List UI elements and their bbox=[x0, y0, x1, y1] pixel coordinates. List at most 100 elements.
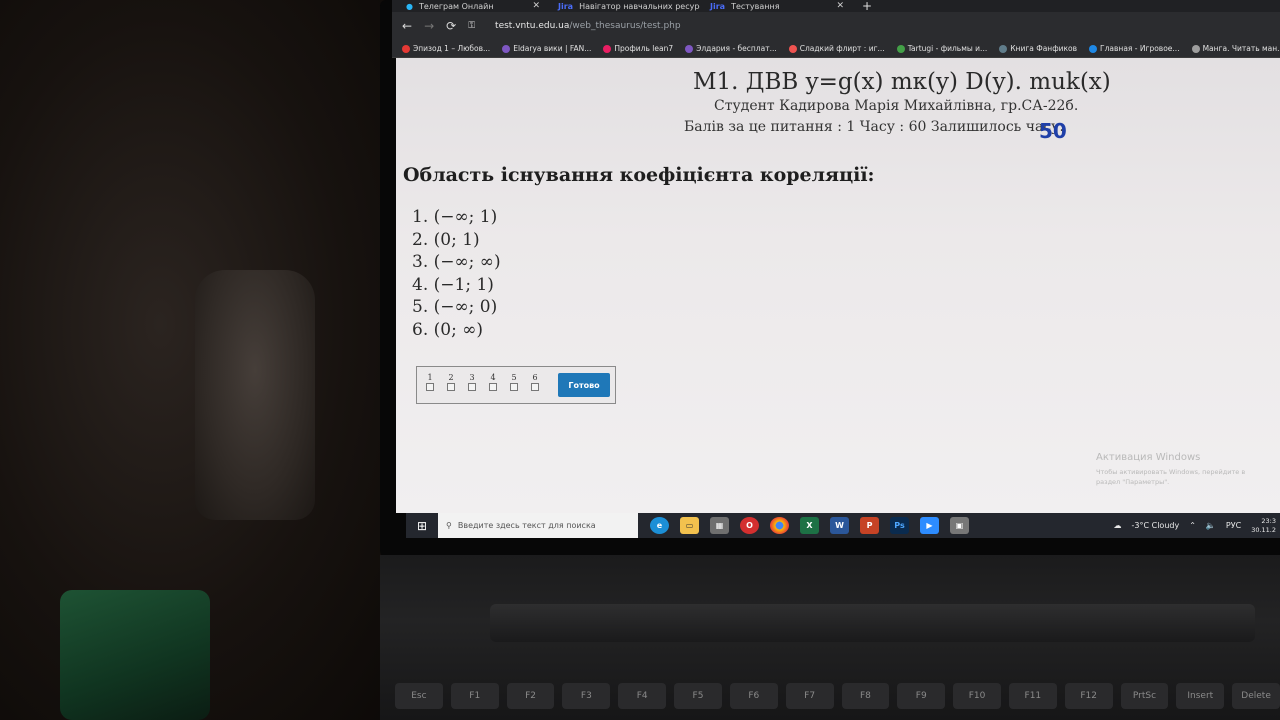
powerpoint-icon[interactable]: P bbox=[860, 517, 879, 534]
checkbox-option-5: 5 bbox=[508, 373, 520, 391]
lamp-shade bbox=[195, 270, 315, 520]
bookmark-item[interactable]: Книга Фанфиков bbox=[999, 44, 1077, 53]
answer-checkbox[interactable] bbox=[531, 383, 539, 391]
tab-label: Тестування bbox=[731, 1, 780, 11]
bookmark-item[interactable]: Эпизод 1 – Любов... bbox=[402, 44, 490, 53]
answer-checkbox[interactable] bbox=[426, 383, 434, 391]
laptop-hinge bbox=[490, 604, 1255, 642]
bookmark-item[interactable]: Манга. Читать ман... bbox=[1191, 44, 1280, 53]
bookmark-item[interactable]: Элдария - бесплат... bbox=[685, 44, 777, 53]
taskbar-search-box[interactable]: ⚲ Введите здесь текст для поиска bbox=[438, 513, 638, 538]
opera-icon[interactable]: O bbox=[740, 517, 759, 534]
close-icon[interactable]: ✕ bbox=[836, 1, 844, 11]
key: F2 bbox=[506, 683, 555, 709]
bookmark-icon bbox=[1089, 44, 1098, 53]
answer-option: 2. (0; 1) bbox=[412, 229, 480, 250]
answer-option: 5. (−∞; 0) bbox=[412, 297, 498, 318]
site-info-icon[interactable]: ⚿ bbox=[468, 21, 475, 31]
watermark-subtitle: Чтобы активировать Windows, перейдите в … bbox=[1096, 468, 1246, 486]
answer-checkbox[interactable] bbox=[447, 383, 455, 391]
new-tab-button[interactable]: + bbox=[854, 0, 880, 12]
answer-options-list: 1. (−∞; 1) 2. (0; 1) 3. (−∞; ∞) 4. (−1; … bbox=[412, 206, 501, 342]
clock[interactable]: 23:3 30.11.2 bbox=[1251, 517, 1276, 535]
telegram-icon: ● bbox=[406, 1, 413, 11]
bookmark-item[interactable]: Eldarya вики | FAN... bbox=[502, 44, 591, 53]
weather-text[interactable]: -3°C Cloudy bbox=[1132, 521, 1180, 530]
forward-arrow-icon[interactable]: → bbox=[424, 19, 434, 33]
clock-date: 30.11.2 bbox=[1251, 525, 1276, 534]
store-icon[interactable]: ▦ bbox=[710, 517, 729, 534]
green-object bbox=[60, 590, 210, 720]
key: F9 bbox=[897, 683, 946, 709]
address-bar: ← → ⟳ ⚿ test.vntu.edu.ua/web_thesaurus/t… bbox=[392, 12, 1280, 40]
language-indicator[interactable]: РУС bbox=[1226, 521, 1241, 530]
answer-checkbox[interactable] bbox=[510, 383, 518, 391]
photos-icon[interactable]: ▣ bbox=[950, 517, 969, 534]
chevron-up-icon[interactable]: ⌃ bbox=[1189, 521, 1196, 530]
bookmark-item[interactable]: Tartugi - фильмы и... bbox=[896, 44, 987, 53]
taskbar-apps: e ▭ ▦ O X W P Ps ▶ ▣ bbox=[650, 517, 969, 534]
search-placeholder: Введите здесь текст для поиска bbox=[457, 521, 596, 530]
watermark-title: Активация Windows bbox=[1096, 452, 1201, 463]
tab-label: Телеграм Онлайн bbox=[418, 1, 494, 11]
checkbox-label: 2 bbox=[448, 373, 454, 382]
windows-start-icon[interactable]: ⊞ bbox=[406, 519, 438, 533]
points-info: Балів за це питання : 1 Часу : 60 Залиши… bbox=[684, 119, 1065, 135]
chrome-icon[interactable] bbox=[770, 517, 789, 534]
bookmark-icon bbox=[603, 44, 612, 53]
page-title: М1. ДВВ y=g(x) mк(y) D(y). muk(x) bbox=[693, 69, 1111, 95]
bookmark-icon bbox=[896, 44, 905, 53]
checkbox-option-2: 2 bbox=[445, 373, 457, 391]
bookmarks-bar: Эпизод 1 – Любов... Eldarya вики | FAN..… bbox=[392, 40, 1280, 58]
clock-time: 23:3 bbox=[1261, 516, 1276, 525]
system-tray: ☁ -3°C Cloudy ⌃ 🔈 РУС 23:3 30.11.2 bbox=[1114, 517, 1280, 535]
answer-option: 6. (0; ∞) bbox=[412, 319, 483, 340]
file-explorer-icon[interactable]: ▭ bbox=[680, 517, 699, 534]
windows-activation-watermark: Активация Windows Чтобы активировать Win… bbox=[1096, 452, 1266, 487]
bookmark-icon bbox=[788, 44, 797, 53]
checkbox-label: 3 bbox=[469, 373, 475, 382]
key: F5 bbox=[674, 683, 722, 709]
key: PrtSc bbox=[1120, 683, 1169, 709]
checkbox-label: 6 bbox=[532, 373, 538, 382]
jira-icon: Jira bbox=[710, 1, 726, 11]
answer-form: 1 2 3 4 5 6 Готово bbox=[416, 366, 616, 404]
url-field[interactable]: test.vntu.edu.ua/web_thesaurus/test.php bbox=[495, 21, 681, 31]
close-icon[interactable]: ✕ bbox=[532, 1, 540, 11]
student-info: Студент Кадирова Марія Михайлівна, гр.СА… bbox=[714, 98, 1079, 114]
volume-icon[interactable]: 🔈 bbox=[1206, 521, 1216, 530]
key: F12 bbox=[1064, 683, 1113, 709]
edge-icon[interactable]: e bbox=[650, 517, 669, 534]
bookmark-item[interactable]: Главная - Игровое... bbox=[1089, 44, 1180, 53]
key: F10 bbox=[953, 683, 1001, 709]
answer-checkbox[interactable] bbox=[489, 383, 497, 391]
submit-button[interactable]: Готово bbox=[558, 373, 610, 397]
windows-taskbar: ⊞ ⚲ Введите здесь текст для поиска e ▭ ▦… bbox=[406, 513, 1280, 538]
photoshop-icon[interactable]: Ps bbox=[890, 517, 909, 534]
key: F6 bbox=[729, 683, 778, 709]
browser-tab-bar: ● Телеграм Онлайн ✕ Jira Навігатор навча… bbox=[392, 0, 1280, 12]
answer-checkbox[interactable] bbox=[468, 383, 476, 391]
bookmark-item[interactable]: Сладкий флирт : иг... bbox=[788, 44, 885, 53]
url-domain: test.vntu.edu.ua bbox=[495, 21, 570, 31]
tab-navigator[interactable]: Jira Навігатор навчальних ресурсів ✕ bbox=[550, 0, 700, 12]
tab-testing[interactable]: Jira Тестування ✕ bbox=[702, 0, 852, 12]
checkbox-label: 4 bbox=[490, 373, 496, 382]
zoom-icon[interactable]: ▶ bbox=[920, 517, 939, 534]
key: F8 bbox=[841, 683, 890, 709]
word-icon[interactable]: W bbox=[830, 517, 849, 534]
url-path: /web_thesaurus/test.php bbox=[569, 21, 681, 31]
excel-icon[interactable]: X bbox=[800, 517, 819, 534]
keyboard-function-row: Esc F1 F2 F3 F4 F5 F6 F7 F8 F9 F10 F11 F… bbox=[395, 683, 1280, 713]
key: Esc bbox=[395, 683, 443, 709]
key: F4 bbox=[618, 683, 667, 709]
key: F1 bbox=[450, 683, 499, 709]
bookmark-icon bbox=[685, 44, 694, 53]
bookmark-icon bbox=[1191, 44, 1200, 53]
bookmark-item[interactable]: Профиль lean7 bbox=[603, 44, 673, 53]
checkbox-option-4: 4 bbox=[487, 373, 499, 391]
back-arrow-icon[interactable]: ← bbox=[402, 19, 412, 33]
tab-telegram[interactable]: ● Телеграм Онлайн ✕ bbox=[398, 0, 548, 12]
key: Insert bbox=[1176, 683, 1225, 709]
reload-icon[interactable]: ⟳ bbox=[446, 19, 456, 33]
